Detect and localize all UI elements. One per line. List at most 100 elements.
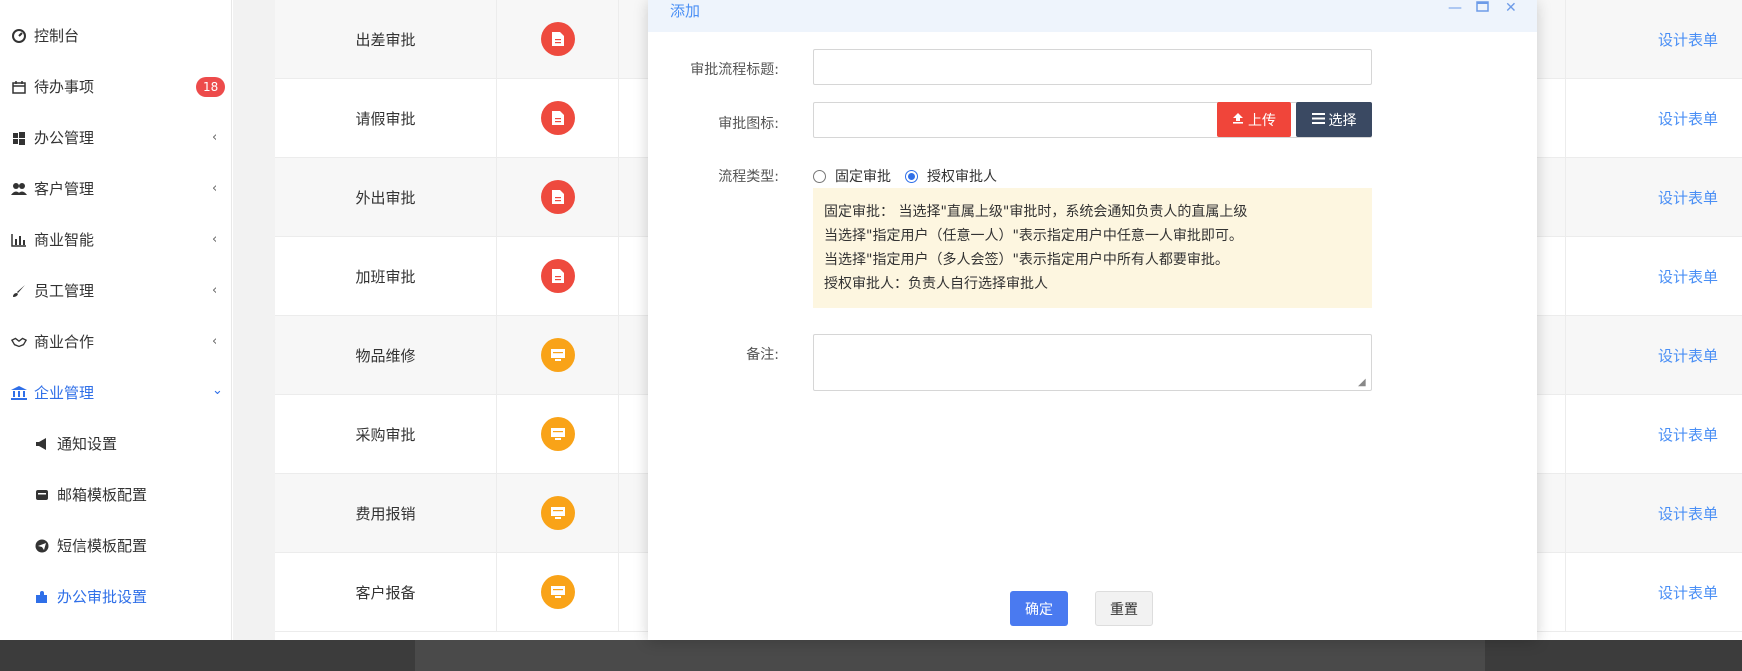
sidebar-item-label: 邮箱模板配置	[57, 486, 148, 504]
chevron-left-icon: ‹	[212, 130, 218, 145]
select-label: 选择	[1328, 112, 1357, 129]
approval-name: 费用报销	[275, 474, 497, 552]
sidebar-item-enterprise[interactable]: 企业管理 ⌄	[0, 367, 232, 418]
sidebar-item-label: 短信模板配置	[57, 537, 148, 555]
approval-name: 出差审批	[275, 0, 497, 78]
sidebar-item-notify-settings[interactable]: 通知设置	[0, 418, 232, 469]
sidebar-item-label: 待办事项	[34, 78, 95, 96]
column-divider	[1565, 158, 1566, 236]
document-icon	[540, 259, 575, 293]
list-icon	[1311, 112, 1325, 128]
column-divider	[1565, 0, 1566, 78]
dialog-title: 添加	[670, 2, 701, 20]
envelope-icon	[34, 487, 50, 503]
sidebar-item-label: 办公管理	[34, 129, 95, 147]
document-icon	[540, 101, 575, 135]
title-input[interactable]	[813, 49, 1372, 85]
bar-chart-icon	[11, 232, 27, 248]
sidebar-item-office[interactable]: 办公管理 ‹	[0, 112, 232, 163]
chevron-left-icon: ‹	[212, 232, 218, 247]
approval-icon-cell	[497, 79, 619, 157]
design-form-link[interactable]: 设计表单	[1658, 503, 1718, 524]
close-icon[interactable]: ✕	[1505, 0, 1517, 16]
approval-name: 客户报备	[275, 553, 497, 631]
design-form-link[interactable]: 设计表单	[1658, 266, 1718, 287]
document-icon	[540, 22, 575, 56]
ghost-strip	[415, 640, 1485, 671]
process-type-radio-group: 固定审批 授权审批人	[813, 166, 997, 186]
design-form-link[interactable]: 设计表单	[1658, 29, 1718, 50]
radio-authorized-approver[interactable]	[905, 169, 918, 183]
calendar-icon	[11, 79, 27, 95]
sidebar-item-label: 员工管理	[34, 282, 95, 300]
approval-icon-cell	[497, 474, 619, 552]
help-line: 授权审批人：负责人自行选择审批人	[824, 276, 1048, 292]
help-line: 固定审批： 当选择"直属上级"审批时，系统会通知负责人的直属上级	[824, 204, 1248, 220]
minimize-icon[interactable]: —	[1448, 0, 1462, 16]
column-divider	[1565, 395, 1566, 473]
icon-label: 审批图标:	[718, 116, 779, 132]
radio-authorized-label: 授权审批人	[927, 169, 997, 185]
reset-button[interactable]: 重置	[1095, 591, 1153, 626]
sidebar-item-todo[interactable]: 待办事项 18	[0, 61, 232, 112]
chevron-left-icon: ‹	[212, 181, 218, 196]
column-divider	[1565, 316, 1566, 394]
users-icon	[11, 181, 27, 197]
sidebar-item-label: 控制台	[34, 27, 80, 45]
upload-button[interactable]: 上传	[1217, 102, 1291, 137]
column-divider	[1565, 474, 1566, 552]
sidebar-item-sms-template[interactable]: 短信模板配置	[0, 520, 232, 571]
sidebar: 控制台 待办事项 18 办公管理 ‹ 客户管理 ‹ 商业智能 ‹ 员工管理 ‹	[0, 0, 232, 640]
column-divider	[1565, 553, 1566, 631]
process-type-help: 固定审批： 当选择"直属上级"审批时，系统会通知负责人的直属上级 当选择"指定用…	[813, 188, 1372, 308]
background-overlay	[0, 640, 1742, 671]
resize-handle-icon[interactable]: ◢	[1358, 377, 1366, 388]
sidebar-item-bi[interactable]: 商业智能 ‹	[0, 214, 232, 265]
design-form-link[interactable]: 设计表单	[1658, 424, 1718, 445]
monitor-icon	[540, 338, 575, 372]
column-divider	[1565, 237, 1566, 315]
chevron-left-icon: ‹	[212, 283, 218, 298]
telegram-icon	[34, 538, 50, 554]
help-line: 当选择"指定用户（多人会签）"表示指定用户中所有人都要审批。	[824, 252, 1229, 268]
design-form-link[interactable]: 设计表单	[1658, 187, 1718, 208]
puzzle-icon	[34, 589, 50, 605]
dashboard-icon	[11, 28, 27, 44]
approval-icon-cell	[497, 316, 619, 394]
add-dialog: 添加 — ✕ 审批流程标题: 审批图标: 上传 选择 流程类型: 固定审批 授权…	[648, 0, 1537, 640]
confirm-button[interactable]: 确定	[1010, 591, 1068, 626]
select-button[interactable]: 选择	[1296, 102, 1372, 137]
approval-icon-cell	[497, 237, 619, 315]
sidebar-item-approval-settings[interactable]: 办公审批设置	[0, 571, 232, 622]
remark-textarea[interactable]	[813, 334, 1372, 391]
approval-icon-cell	[497, 0, 619, 78]
sidebar-item-dashboard[interactable]: 控制台	[0, 10, 232, 61]
radio-fixed-approval[interactable]	[813, 169, 826, 183]
design-form-link[interactable]: 设计表单	[1658, 345, 1718, 366]
content-gutter	[233, 0, 275, 640]
upload-label: 上传	[1248, 112, 1276, 129]
type-label: 流程类型:	[718, 169, 779, 185]
maximize-icon[interactable]	[1476, 0, 1489, 16]
sidebar-item-label: 通知设置	[57, 435, 118, 453]
sidebar-item-cooperation[interactable]: 商业合作 ‹	[0, 316, 232, 367]
brush-icon	[11, 283, 27, 299]
monitor-icon	[540, 496, 575, 530]
approval-icon-cell	[497, 395, 619, 473]
approval-icon-cell	[497, 158, 619, 236]
help-line: 当选择"指定用户（任意一人）"表示指定用户中任意一人审批即可。	[824, 228, 1243, 244]
design-form-link[interactable]: 设计表单	[1658, 582, 1718, 603]
sidebar-item-email-template[interactable]: 邮箱模板配置	[0, 469, 232, 520]
approval-name: 外出审批	[275, 158, 497, 236]
sidebar-item-label: 企业管理	[34, 384, 95, 402]
chevron-left-icon: ‹	[212, 334, 218, 349]
sidebar-item-customers[interactable]: 客户管理 ‹	[0, 163, 232, 214]
approval-name: 采购审批	[275, 395, 497, 473]
dialog-header: 添加 — ✕	[648, 0, 1537, 32]
monitor-icon	[540, 575, 575, 609]
sidebar-item-staff[interactable]: 员工管理 ‹	[0, 265, 232, 316]
design-form-link[interactable]: 设计表单	[1658, 108, 1718, 129]
monitor-icon	[540, 417, 575, 451]
handshake-icon	[11, 334, 27, 350]
title-label: 审批流程标题:	[690, 62, 779, 78]
